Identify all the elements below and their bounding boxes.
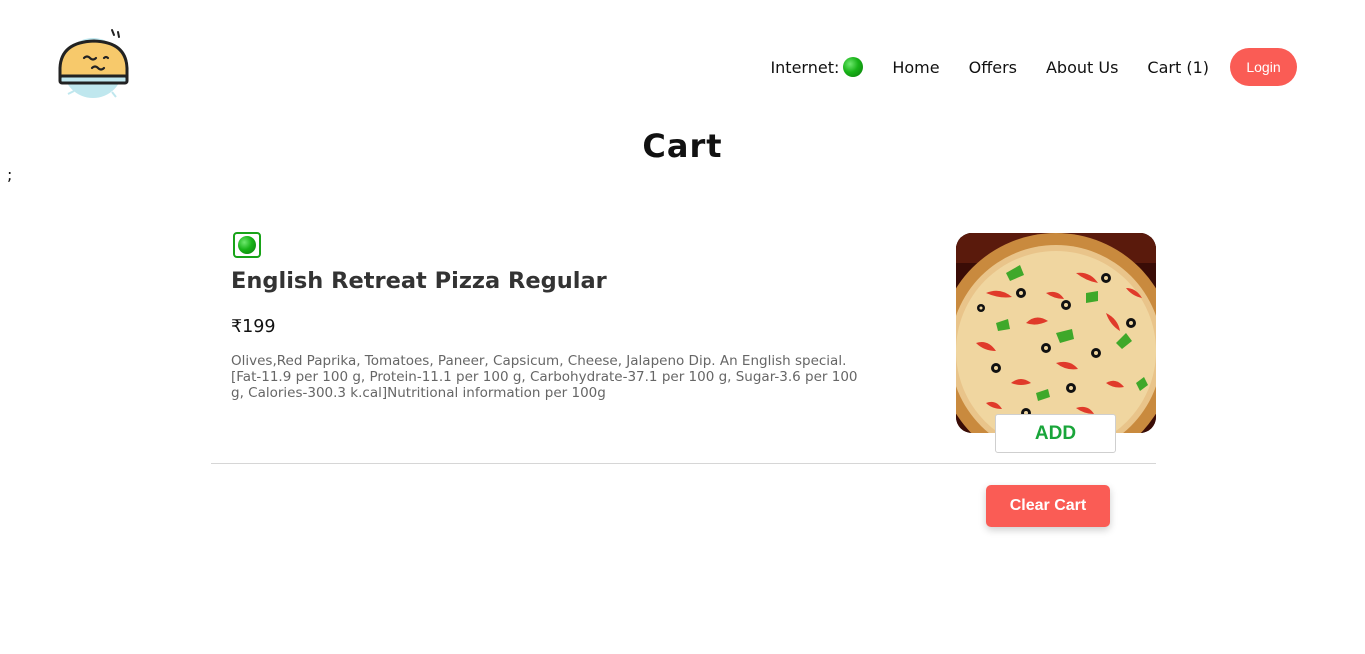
- add-to-cart-button[interactable]: ADD: [995, 414, 1116, 453]
- login-button[interactable]: Login: [1230, 48, 1297, 86]
- online-status-icon: [843, 57, 864, 77]
- clear-cart-button[interactable]: Clear Cart: [986, 485, 1110, 527]
- header: Internet: Home Offers About Us Cart (1) …: [0, 0, 1365, 120]
- stray-text: ;: [7, 165, 13, 184]
- nav-link-cart[interactable]: Cart (1): [1147, 58, 1209, 77]
- nav-link-home[interactable]: Home: [892, 58, 939, 77]
- item-price: ₹199: [231, 317, 276, 337]
- pizza-image: [956, 233, 1156, 433]
- main-nav: Internet: Home Offers About Us Cart (1) …: [770, 48, 1297, 86]
- page-title: Cart: [642, 127, 723, 165]
- cart-item: English Retreat Pizza Regular ₹199 Olive…: [211, 232, 1156, 464]
- veg-indicator-icon: [233, 232, 261, 258]
- internet-status-label: Internet:: [770, 57, 840, 77]
- item-description: Olives,Red Paprika, Tomatoes, Paneer, Ca…: [231, 353, 858, 401]
- item-name: English Retreat Pizza Regular: [231, 268, 607, 294]
- nav-link-offers[interactable]: Offers: [969, 58, 1017, 77]
- nav-link-about[interactable]: About Us: [1046, 58, 1118, 77]
- food-delivery-logo-icon[interactable]: [56, 28, 132, 100]
- internet-status: Internet:: [770, 57, 864, 77]
